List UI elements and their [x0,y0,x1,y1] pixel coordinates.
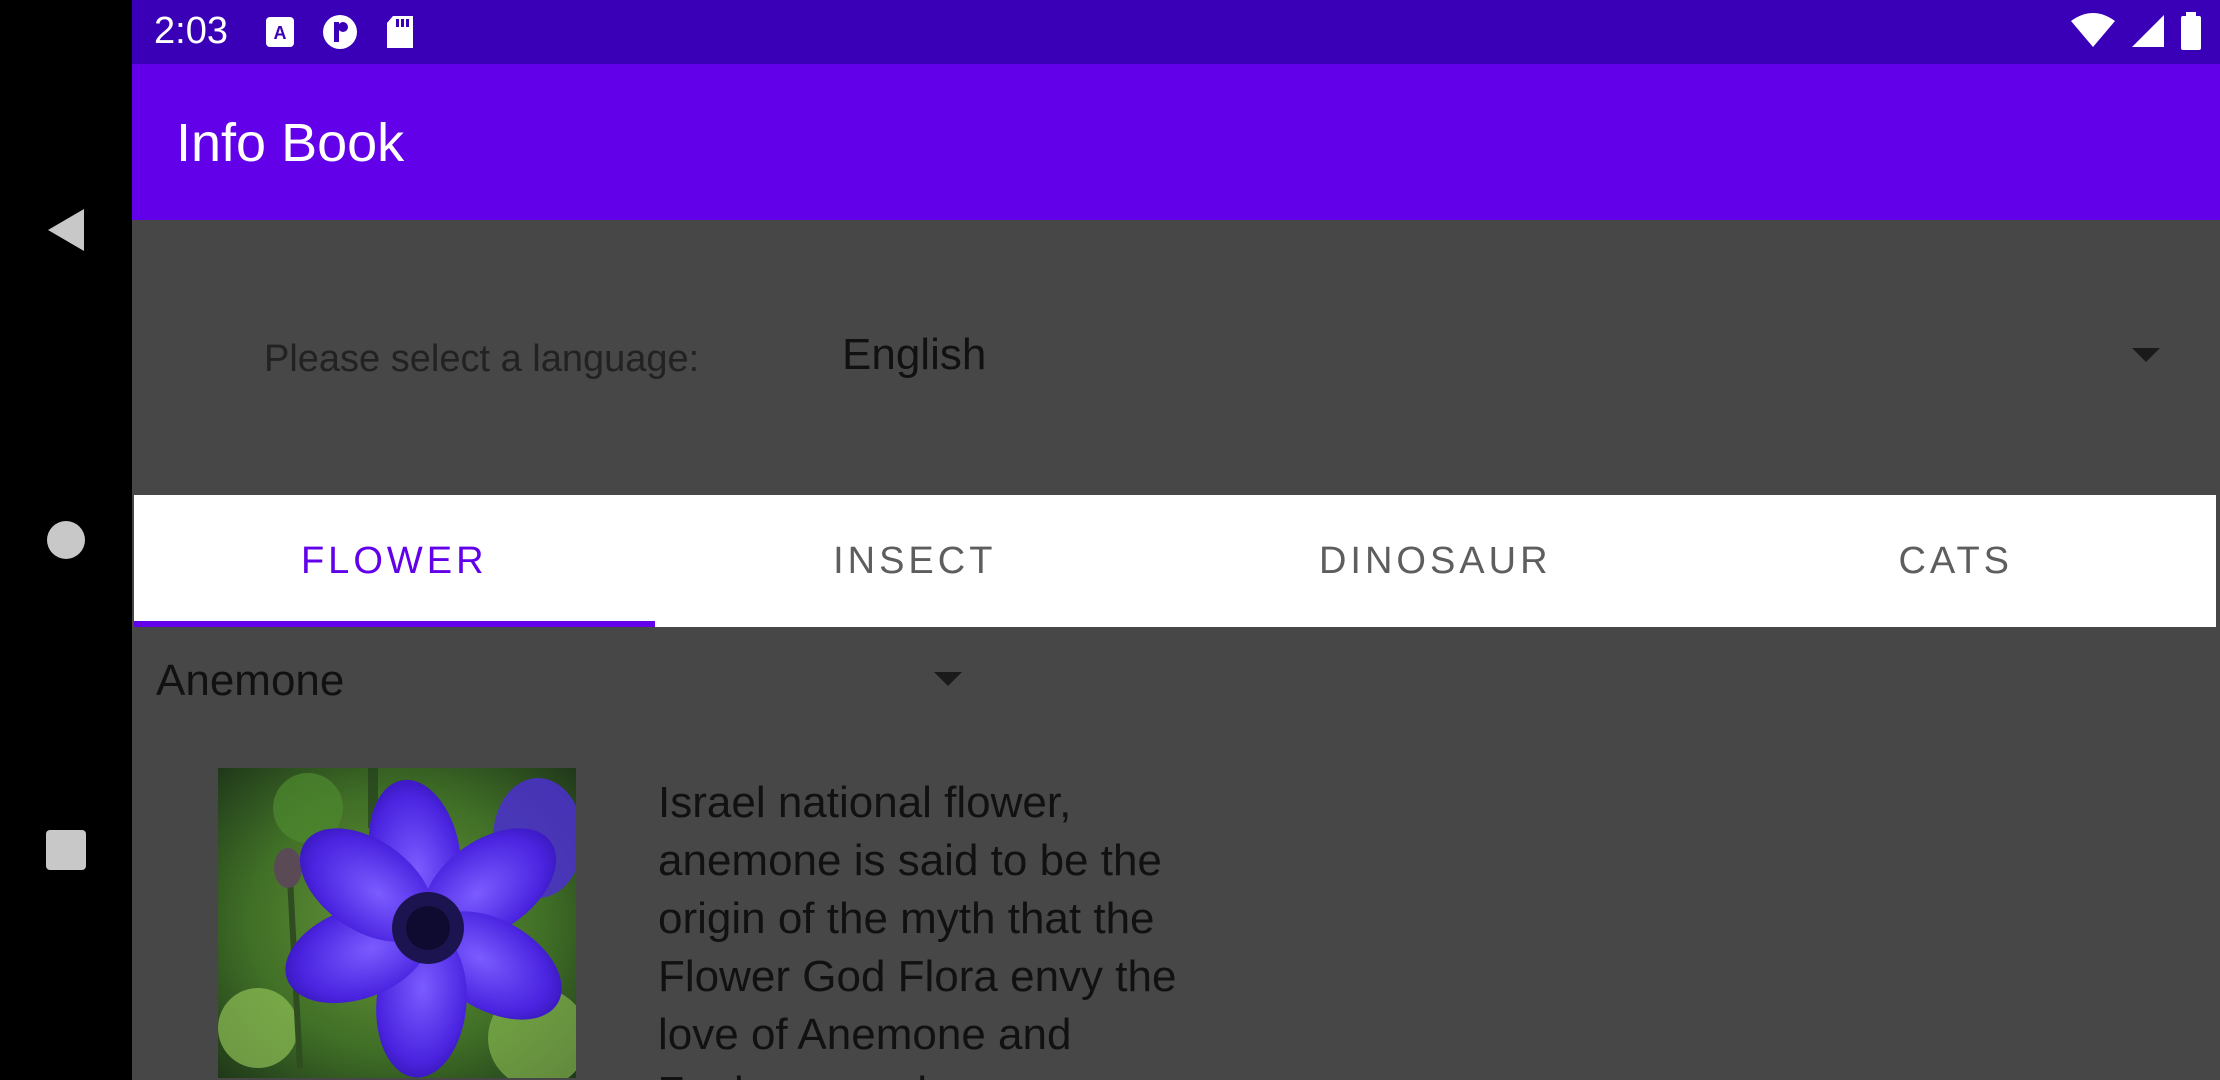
r-icon [322,14,358,50]
home-circle-icon [47,521,85,559]
sd-card-icon [382,14,418,50]
dropdown-arrow-icon [934,672,962,686]
system-icons [2070,12,2202,50]
flower-image [218,768,576,1078]
tab-dinosaur[interactable]: DINOSAUR [1175,495,1696,627]
app-title: Info Book [176,113,405,173]
category-tabs: FLOWER INSECT DINOSAUR CATS [134,495,2216,627]
a-icon: A [262,14,298,50]
svg-text:A: A [274,23,287,43]
flower-dropdown[interactable]: Anemone [156,650,966,714]
flower-description: Israel national flower, anemone is said … [658,778,1177,1080]
recents-square-icon [46,830,86,870]
wifi-icon [2071,13,2115,47]
notification-icons: A [262,14,418,50]
home-button[interactable] [0,510,132,570]
signal-icon [2132,15,2164,47]
dropdown-arrow-icon [2132,348,2160,362]
app-bar: Info Book [132,64,2220,220]
back-button[interactable] [0,200,132,260]
recents-button[interactable] [0,820,132,880]
back-triangle-icon [48,209,84,251]
language-label: Please select a language: [264,338,700,380]
tab-flower[interactable]: FLOWER [134,495,655,627]
language-dropdown[interactable]: English [842,316,2172,396]
battery-icon [2181,12,2201,50]
tab-cats[interactable]: CATS [1696,495,2217,627]
tab-insect[interactable]: INSECT [655,495,1176,627]
flower-selected-value: Anemone [156,656,345,705]
status-time: 2:03 [154,10,228,52]
status-bar: 2:03 A [132,0,2220,64]
language-selected-value: English [842,330,987,379]
navigation-bar [0,0,132,1080]
